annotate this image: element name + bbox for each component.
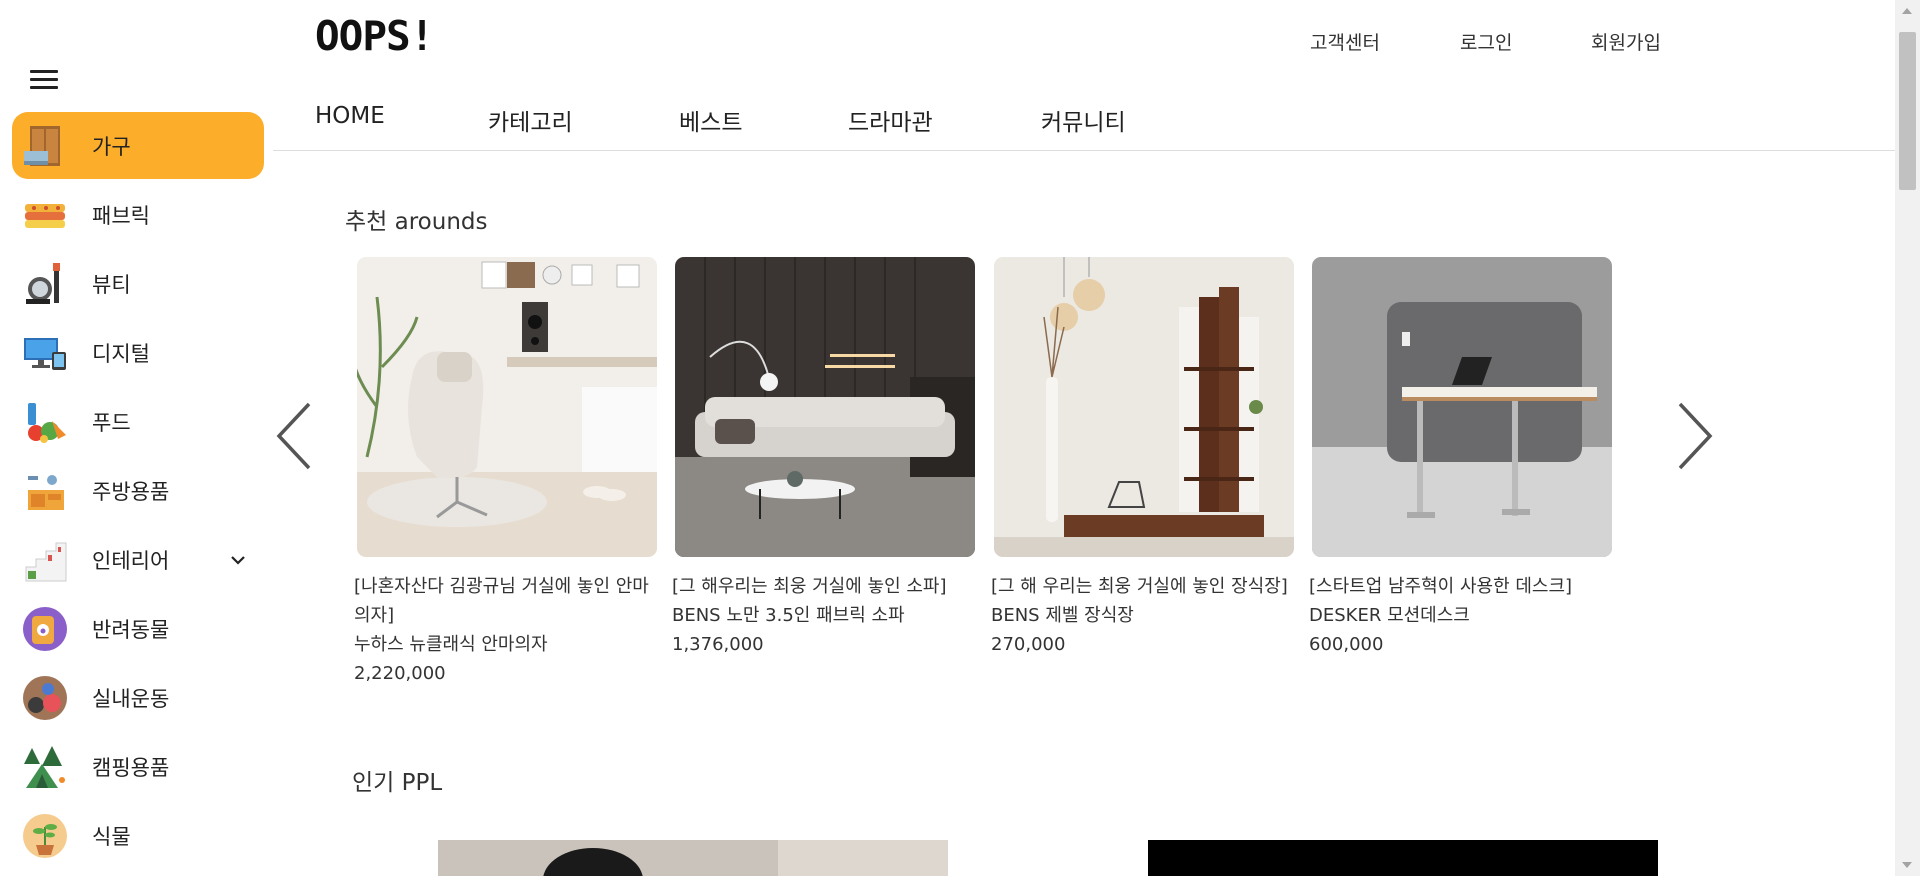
furniture-icon — [22, 123, 68, 169]
kitchen-icon — [22, 468, 68, 514]
ppl-video-thumbnail[interactable] — [438, 840, 948, 876]
interior-icon — [22, 537, 68, 583]
sidebar-item-label: 패브릭 — [92, 203, 150, 228]
nav-home[interactable]: HOME — [315, 103, 385, 129]
sidebar-item-label: 인테리어 — [92, 548, 170, 573]
product-card[interactable]: [그 해우리는 최웅 거실에 놓인 소파] BENS 노만 3.5인 패브릭 소… — [672, 257, 978, 659]
product-card[interactable]: [그 해 우리는 최웅 거실에 놓인 장식장] BENS 제벨 장식장 270,… — [991, 257, 1297, 659]
food-icon — [22, 399, 68, 445]
sidebar-item-label: 주방용품 — [92, 479, 170, 504]
scroll-down-icon[interactable] — [1902, 862, 1912, 868]
plant-icon — [22, 813, 68, 859]
exercise-icon — [22, 675, 68, 721]
logo[interactable]: OOPS! — [315, 12, 434, 60]
menu-icon[interactable] — [30, 70, 58, 90]
category-list: 가구 패브릭 뷰티 디지털 푸드 주방용품 인테리어 반려동물 실내운동 캠핑용… — [12, 112, 264, 871]
product-price: 1,376,000 — [672, 634, 764, 655]
sidebar-item-furniture[interactable]: 가구 — [12, 112, 264, 179]
carousel-prev-arrow-icon[interactable] — [273, 400, 317, 472]
scrollbar-thumb[interactable] — [1899, 32, 1916, 190]
product-image[interactable] — [675, 257, 975, 557]
signup-link[interactable]: 회원가입 — [1591, 28, 1661, 55]
ppl-video-thumbnail[interactable] — [1148, 840, 1658, 876]
sidebar-item-label: 푸드 — [92, 410, 131, 435]
fabric-icon — [22, 192, 68, 238]
product-tag[interactable]: [그 해우리는 최웅 거실에 놓인 소파] — [672, 572, 978, 601]
product-tag[interactable]: [스타트업 남주혁이 사용한 데스크] — [1309, 572, 1615, 601]
sidebar-item-food[interactable]: 푸드 — [12, 388, 264, 455]
product-name[interactable]: BENS 노만 3.5인 패브릭 소파 — [672, 601, 978, 630]
sidebar-item-label: 캠핑용품 — [92, 755, 170, 780]
product-card[interactable]: [스타트업 남주혁이 사용한 데스크] DESKER 모션데스크 600,000 — [1309, 257, 1615, 659]
sidebar-item-label: 디지털 — [92, 341, 150, 366]
sidebar-item-kitchen[interactable]: 주방용품 — [12, 457, 264, 524]
nav-community[interactable]: 커뮤니티 — [1041, 103, 1126, 137]
sidebar: 가구 패브릭 뷰티 디지털 푸드 주방용품 인테리어 반려동물 실내운동 캠핑용… — [0, 0, 273, 876]
product-name[interactable]: DESKER 모션데스크 — [1309, 601, 1615, 630]
product-image[interactable] — [357, 257, 657, 557]
product-tag[interactable]: [그 해 우리는 최웅 거실에 놓인 장식장] — [991, 572, 1297, 601]
sidebar-item-interior[interactable]: 인테리어 — [12, 526, 264, 593]
customer-center-link[interactable]: 고객센터 — [1310, 28, 1380, 55]
ppl-section-title: 인기 PPL — [352, 770, 443, 796]
page-scrollbar[interactable] — [1895, 0, 1920, 876]
login-link[interactable]: 로그인 — [1460, 28, 1512, 55]
beauty-icon — [22, 261, 68, 307]
sidebar-item-plant[interactable]: 식물 — [12, 802, 264, 869]
product-name[interactable]: 누하스 뉴클래식 안마의자 — [354, 630, 660, 659]
sidebar-item-label: 실내운동 — [92, 686, 170, 711]
product-image[interactable] — [1312, 257, 1612, 557]
sidebar-item-pet[interactable]: 반려동물 — [12, 595, 264, 662]
sidebar-item-beauty[interactable]: 뷰티 — [12, 250, 264, 317]
sidebar-item-exercise[interactable]: 실내운동 — [12, 664, 264, 731]
sidebar-item-label: 가구 — [92, 134, 131, 159]
sidebar-item-fabric[interactable]: 패브릭 — [12, 181, 264, 248]
camping-icon — [22, 744, 68, 790]
recommend-section-title: 추천 arounds — [345, 209, 488, 235]
product-price: 270,000 — [991, 634, 1066, 655]
product-price: 600,000 — [1309, 634, 1384, 655]
sidebar-item-label: 뷰티 — [92, 272, 131, 297]
product-image[interactable] — [994, 257, 1294, 557]
pet-icon — [22, 606, 68, 652]
scroll-up-icon[interactable] — [1902, 8, 1912, 14]
sidebar-item-label: 식물 — [92, 824, 131, 849]
nav-category[interactable]: 카테고리 — [488, 103, 573, 137]
product-card[interactable]: [나혼자산다 김광규님 거실에 놓인 안마의자] 누하스 뉴클래식 안마의자 2… — [354, 257, 660, 688]
chevron-down-icon[interactable] — [228, 550, 248, 570]
header-divider — [273, 150, 1895, 151]
sidebar-item-label: 반려동물 — [92, 617, 170, 642]
product-price: 2,220,000 — [354, 663, 446, 684]
sidebar-item-camping[interactable]: 캠핑용품 — [12, 733, 264, 800]
digital-icon — [22, 330, 68, 376]
carousel-next-arrow-icon[interactable] — [1672, 400, 1716, 472]
product-tag[interactable]: [나혼자산다 김광규님 거실에 놓인 안마의자] — [354, 572, 660, 630]
product-name[interactable]: BENS 제벨 장식장 — [991, 601, 1297, 630]
nav-drama[interactable]: 드라마관 — [848, 103, 933, 137]
sidebar-item-digital[interactable]: 디지털 — [12, 319, 264, 386]
nav-best[interactable]: 베스트 — [679, 103, 742, 137]
